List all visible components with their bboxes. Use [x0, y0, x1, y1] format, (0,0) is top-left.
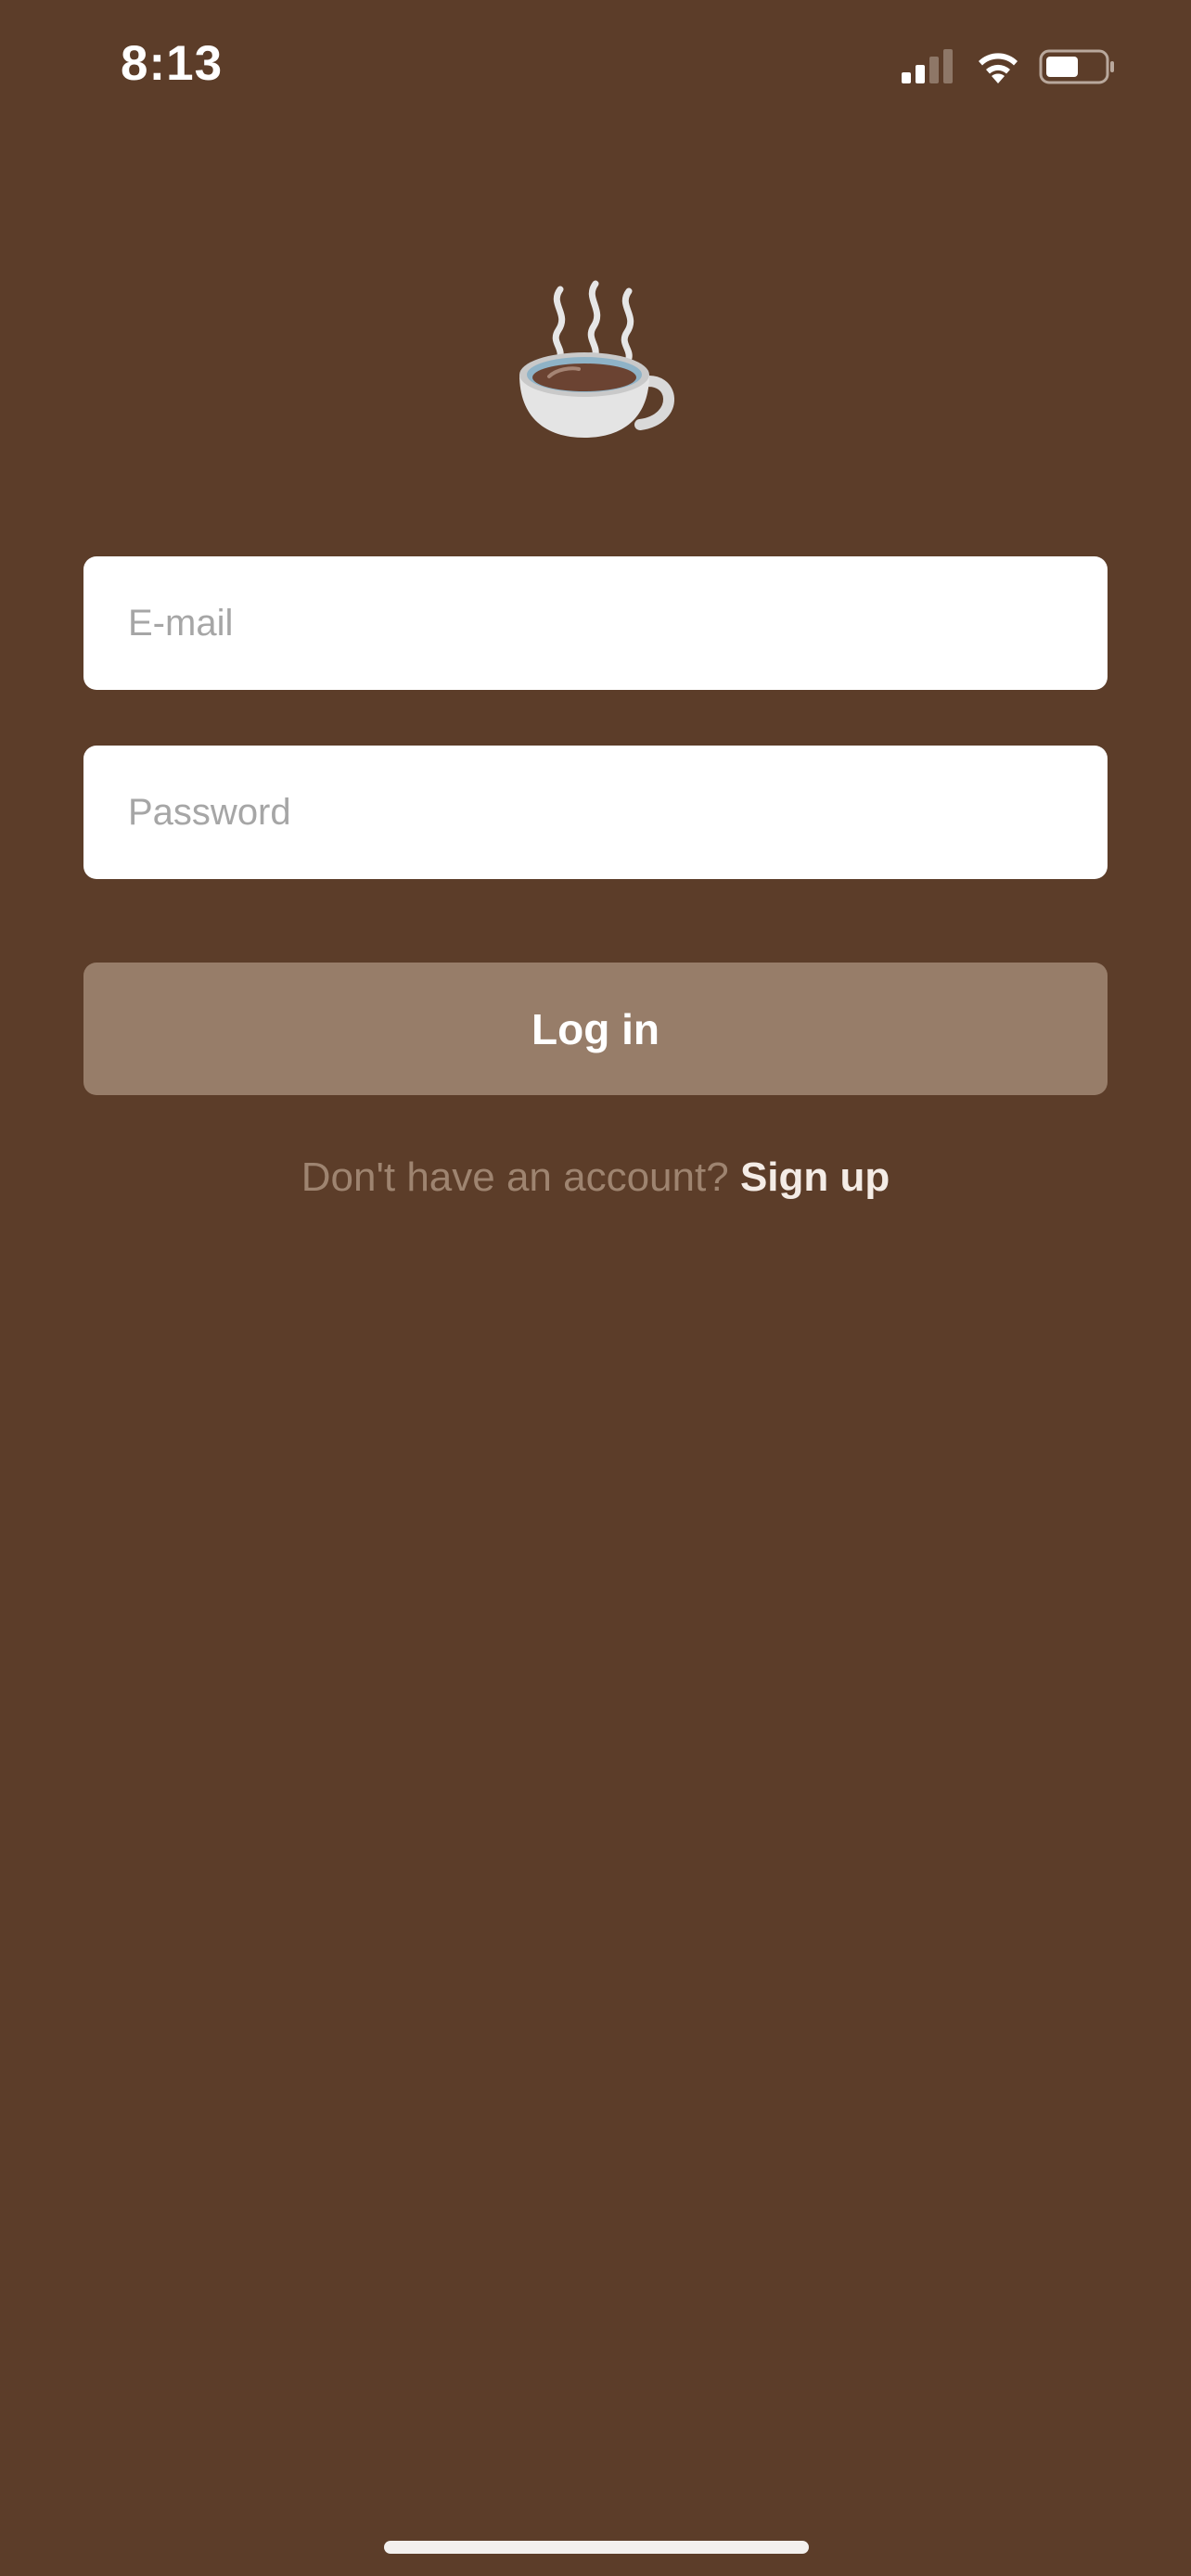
- login-button[interactable]: Log in: [83, 963, 1108, 1095]
- password-field[interactable]: [83, 746, 1108, 879]
- signup-row: Don't have an account? Sign up: [0, 1150, 1191, 1205]
- hot-coffee-cup-icon: [519, 280, 674, 438]
- status-bar: 8:13: [0, 0, 1191, 130]
- home-indicator[interactable]: [384, 2541, 809, 2554]
- status-time: 8:13: [121, 36, 224, 91]
- wifi-icon: [979, 53, 1018, 83]
- battery-icon: [1039, 49, 1114, 84]
- signup-link[interactable]: Sign up: [740, 1154, 890, 1200]
- email-field[interactable]: [83, 556, 1108, 690]
- signup-prompt: Don't have an account?: [301, 1154, 729, 1200]
- cellular-signal-icon: [902, 49, 953, 83]
